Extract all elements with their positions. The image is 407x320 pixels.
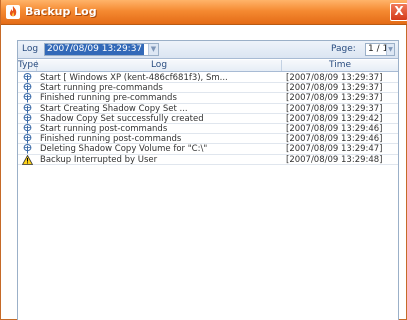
column-header-log[interactable]: Log: [37, 60, 282, 71]
log-time: [2007/08/09 13:29:42]: [286, 113, 383, 124]
app-flame-icon: [6, 5, 20, 19]
info-icon: [18, 113, 37, 124]
table-header: Type Log Time: [18, 60, 398, 72]
log-message: Start Creating Shadow Copy Set ...: [40, 103, 188, 114]
table-row[interactable]: Start [ Windows XP (kent-486cf681f3), Sm…: [18, 73, 398, 84]
table-row[interactable]: Shadow Copy Set successfully created [200…: [18, 113, 398, 124]
log-panel: Log 2007/08/09 13:29:37 ▼ Page: 1 / 1 ▼ …: [17, 40, 399, 320]
backup-log-window: Backup Log X Log 2007/08/09 13:29:37 ▼ P…: [0, 0, 407, 320]
table-row[interactable]: Finished running pre-commands [2007/08/09…: [18, 93, 398, 104]
table-row[interactable]: Deleting Shadow Copy Volume for "C:\" [20…: [18, 144, 398, 155]
info-icon: [18, 134, 37, 144]
table-row[interactable]: Finished running post-commands [2007/08/0…: [18, 134, 398, 145]
log-message: Start [ Windows XP (kent-486cf681f3), Sm…: [40, 73, 228, 83]
page-select[interactable]: 1 / 1 ▼: [365, 43, 395, 56]
chevron-down-icon[interactable]: ▼: [148, 44, 158, 55]
log-select[interactable]: 2007/08/09 13:29:37 ▼: [44, 43, 159, 56]
chevron-down-icon[interactable]: ▼: [386, 44, 394, 55]
log-label: Log: [22, 44, 39, 54]
log-time: [2007/08/09 13:29:47]: [286, 144, 383, 155]
log-toolbar: Log 2007/08/09 13:29:37 ▼ Page: 1 / 1 ▼: [18, 41, 398, 59]
log-message: Finished running post-commands: [40, 134, 182, 145]
info-icon: [18, 73, 37, 83]
log-time: [2007/08/09 13:29:37]: [286, 103, 383, 114]
title-bar[interactable]: Backup Log X: [1, 0, 407, 25]
table-row[interactable]: Start Creating Shadow Copy Set ... [2007/…: [18, 103, 398, 114]
log-time: [2007/08/09 13:29:46]: [286, 123, 383, 134]
table-row[interactable]: Start running pre-commands [2007/08/09 13…: [18, 83, 398, 94]
warning-icon: [18, 154, 37, 165]
info-icon: [18, 93, 37, 103]
log-time: [2007/08/09 13:29:37]: [286, 73, 383, 83]
info-icon: [18, 123, 37, 134]
close-button[interactable]: X: [390, 3, 407, 21]
log-table-body: Start [ Windows XP (kent-486cf681f3), Sm…: [18, 73, 398, 165]
log-message: Shadow Copy Set successfully created: [40, 113, 204, 124]
table-row[interactable]: Backup Interrupted by User [2007/08/09 13…: [18, 154, 398, 165]
info-icon: [18, 103, 37, 114]
log-message: Start running pre-commands: [40, 83, 163, 94]
log-time: [2007/08/09 13:29:48]: [286, 154, 383, 165]
log-time: [2007/08/09 13:29:37]: [286, 93, 383, 104]
window-title: Backup Log: [25, 5, 97, 18]
log-message: Finished running pre-commands: [40, 93, 177, 104]
log-select-value: 2007/08/09 13:29:37: [45, 44, 145, 55]
column-header-type[interactable]: Type: [18, 60, 39, 71]
log-time: [2007/08/09 13:29:46]: [286, 134, 383, 145]
info-icon: [18, 144, 37, 154]
page-label: Page:: [331, 44, 356, 54]
info-icon: [18, 83, 37, 93]
log-message: Deleting Shadow Copy Volume for "C:\": [40, 144, 208, 155]
log-message: Backup Interrupted by User: [40, 154, 158, 165]
log-time: [2007/08/09 13:29:37]: [286, 83, 383, 94]
log-message: Start running post-commands: [40, 123, 168, 134]
table-row[interactable]: Start running post-commands [2007/08/09 1…: [18, 123, 398, 135]
column-header-time[interactable]: Time: [282, 60, 398, 71]
